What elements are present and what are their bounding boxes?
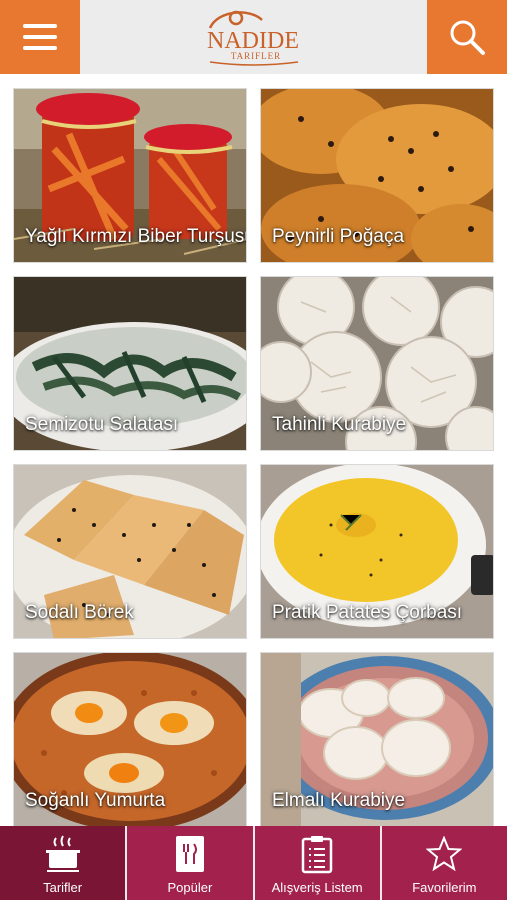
recipe-title: Soğanlı Yumurta bbox=[25, 790, 166, 811]
recipe-card[interactable]: Semizotu Salatası bbox=[13, 276, 247, 451]
logo-subtext: TARIFLER bbox=[231, 51, 281, 61]
search-icon bbox=[450, 20, 485, 55]
recipe-card[interactable]: Pratik Patates Çorbası bbox=[260, 464, 494, 639]
nav-label: Favorilerim bbox=[412, 880, 477, 895]
nav-label: Alışveriş Listem bbox=[271, 880, 363, 895]
app-root: NADIDE TARIFLER Yağlı Kırmızı Biber Turş… bbox=[0, 0, 507, 900]
nav-label: Tarifler bbox=[43, 880, 83, 895]
recipe-title: Elmalı Kurabiye bbox=[272, 790, 406, 811]
nav-item-tarifler[interactable]: Tarifler bbox=[0, 826, 126, 900]
recipe-card[interactable]: Elmalı Kurabiye bbox=[260, 652, 494, 826]
recipe-title: Semizotu Salatası bbox=[25, 414, 179, 435]
search-button[interactable] bbox=[427, 0, 507, 74]
nav-item-alisveris-listem[interactable]: Alışveriş Listem bbox=[252, 826, 380, 900]
recipe-title: Pratik Patates Çorbası bbox=[272, 602, 463, 623]
recipe-title: Tahinli Kurabiye bbox=[272, 414, 407, 435]
recipe-card[interactable]: Peynirli Poğaça bbox=[260, 88, 494, 263]
clipboard-list-icon bbox=[301, 832, 333, 876]
recipe-card[interactable]: Soğanlı Yumurta bbox=[13, 652, 247, 826]
recipe-book-icon bbox=[174, 832, 206, 876]
recipe-grid: Yağlı Kırmızı Biber Turşusu Peynirli Poğ… bbox=[0, 86, 507, 826]
menu-button[interactable] bbox=[0, 0, 80, 74]
recipe-title: Sodalı Börek bbox=[25, 602, 134, 623]
recipe-title: Peynirli Poğaça bbox=[272, 226, 405, 247]
app-header: NADIDE TARIFLER bbox=[0, 0, 507, 74]
cooking-pot-icon bbox=[43, 832, 83, 876]
bottom-nav: Tarifler Popüler Alışveriş Listem Favori… bbox=[0, 826, 507, 900]
recipe-title: Yağlı Kırmızı Biber Turşusu bbox=[25, 226, 247, 247]
app-logo[interactable]: NADIDE TARIFLER bbox=[180, 6, 327, 68]
star-icon bbox=[426, 832, 463, 876]
nav-item-populer[interactable]: Popüler bbox=[125, 826, 253, 900]
nav-item-favorilerim[interactable]: Favorilerim bbox=[379, 826, 507, 900]
nav-label: Popüler bbox=[167, 880, 213, 895]
recipe-card[interactable]: Sodalı Börek bbox=[13, 464, 247, 639]
recipe-card[interactable]: Yağlı Kırmızı Biber Turşusu bbox=[13, 88, 247, 263]
recipe-card[interactable]: Tahinli Kurabiye bbox=[260, 276, 494, 451]
hamburger-icon bbox=[23, 24, 57, 50]
